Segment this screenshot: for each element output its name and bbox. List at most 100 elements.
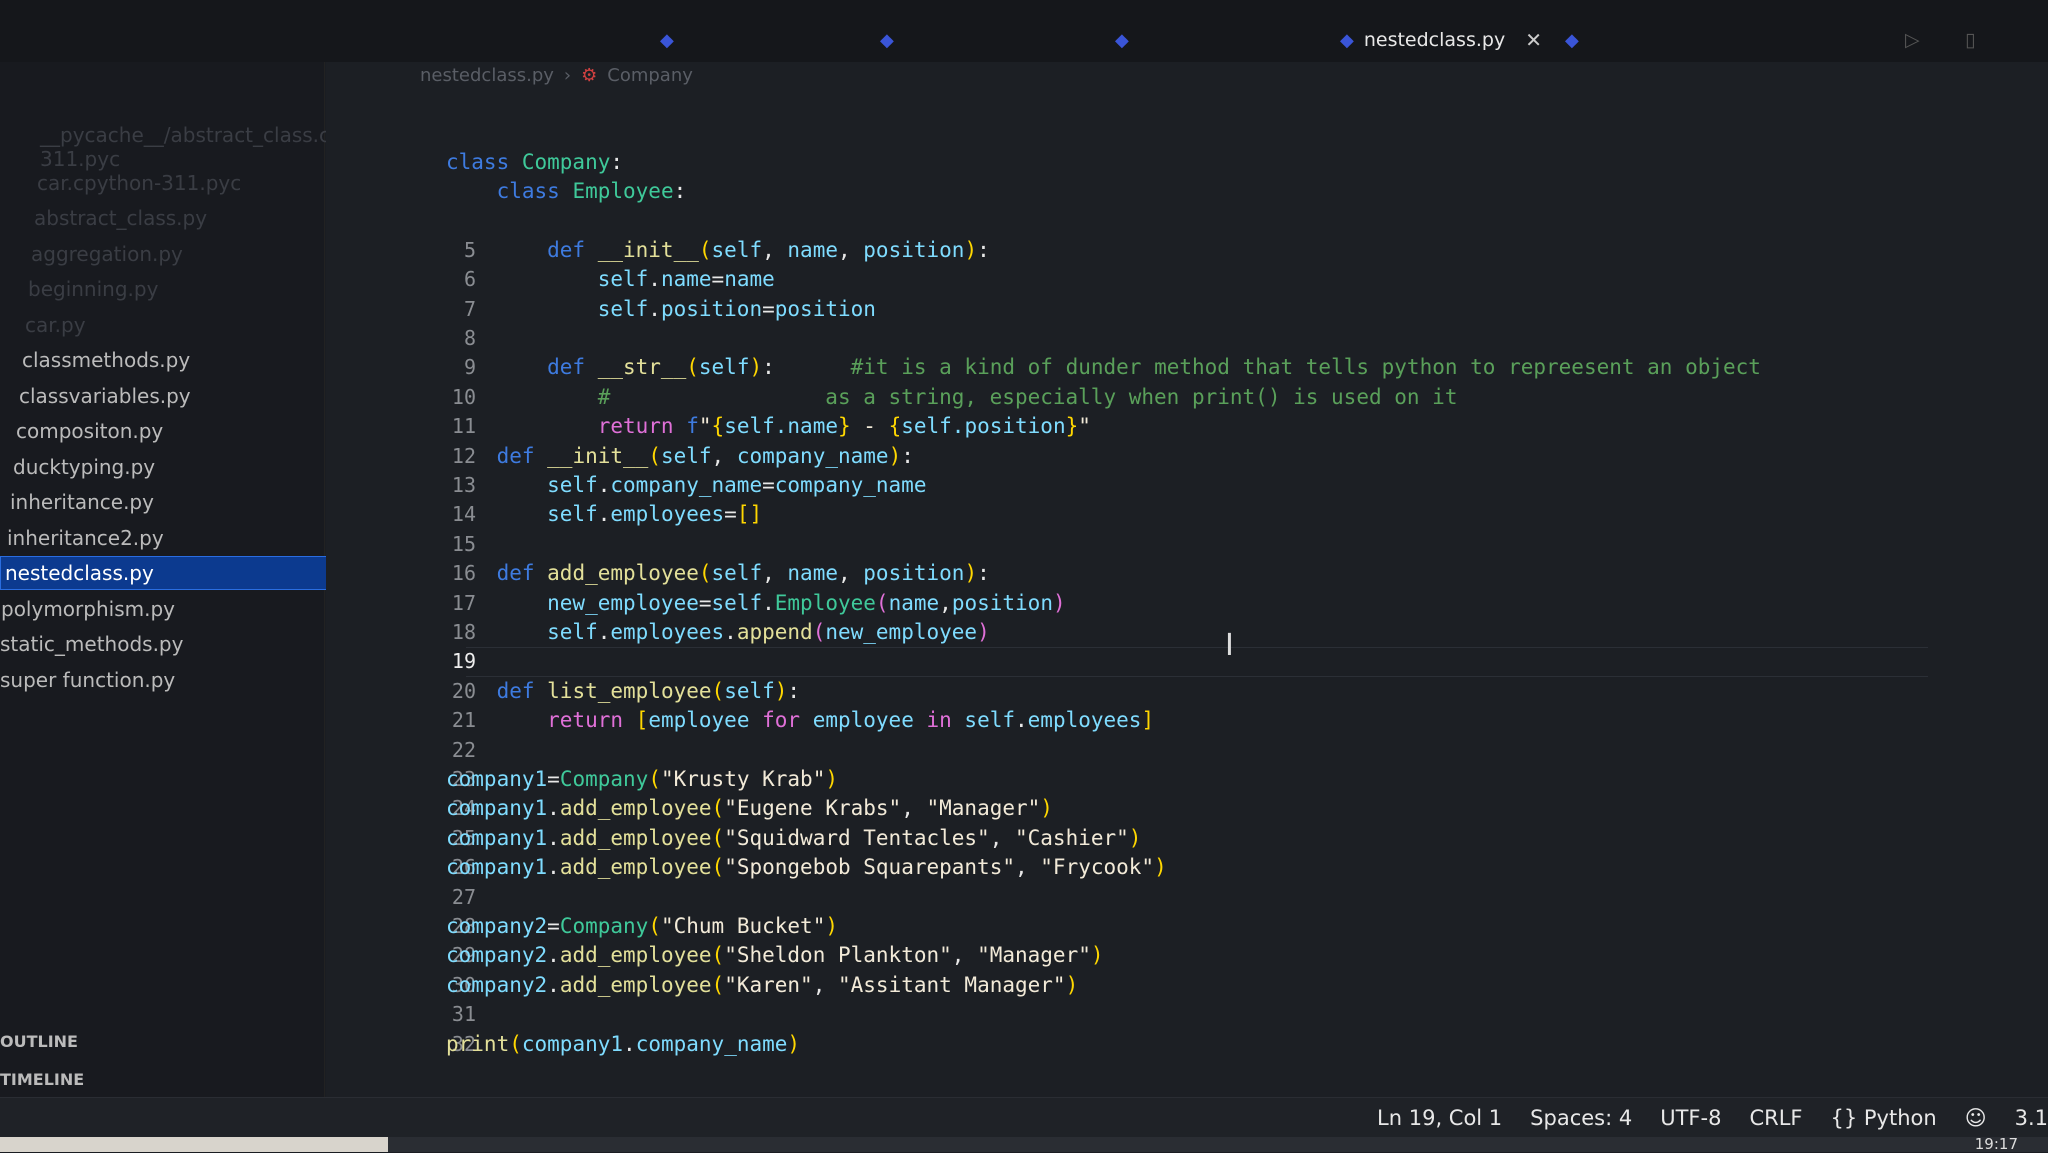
copilot-icon[interactable]: ☺ xyxy=(1965,1106,1987,1130)
tab-file[interactable]: ◆ xyxy=(1565,20,1579,60)
code-token: __init__ xyxy=(547,444,648,468)
line-number: 8 xyxy=(386,326,476,350)
code-token: company_name xyxy=(636,1032,788,1056)
code-line[interactable]: return f"{self.name} - {self.position}" xyxy=(446,414,1091,438)
section-outline[interactable]: OUTLINE xyxy=(0,1032,78,1051)
section-timeline[interactable]: TIMELINE xyxy=(0,1070,84,1089)
python-version[interactable]: 3.1 xyxy=(2015,1106,2048,1130)
code-line[interactable]: self.employees=[] xyxy=(446,502,762,526)
file-item[interactable]: __pycache__/abstract_class.cpython-311.p… xyxy=(0,130,348,164)
code-line[interactable]: def __init__(self, company_name): xyxy=(446,444,914,468)
code-token: self xyxy=(661,444,712,468)
code-line[interactable]: self.employees.append(new_employee) xyxy=(446,620,990,644)
code-token: employee xyxy=(813,708,927,732)
code-token: ( xyxy=(712,973,725,997)
code-token: list_employee xyxy=(547,679,711,703)
code-line[interactable]: self.position=position xyxy=(446,297,876,321)
file-item[interactable]: nestedclass.py xyxy=(0,556,348,590)
indentation[interactable]: Spaces: 4 xyxy=(1530,1106,1632,1130)
code-token: ) xyxy=(825,914,838,938)
file-item[interactable]: polymorphism.py xyxy=(0,592,348,626)
breadcrumb-symbol[interactable]: Company xyxy=(607,65,693,86)
code-token: : xyxy=(610,150,623,174)
code-line[interactable]: company2.add_employee("Sheldon Plankton"… xyxy=(446,943,1104,967)
file-item[interactable]: car.py xyxy=(0,308,348,342)
file-item[interactable]: abstract_class.py xyxy=(0,201,348,235)
encoding[interactable]: UTF-8 xyxy=(1660,1106,1721,1130)
file-item[interactable]: inheritance.py xyxy=(0,485,348,519)
code-token: ) xyxy=(1091,943,1104,967)
code-token: self xyxy=(446,473,598,497)
code-token: . xyxy=(598,473,611,497)
code-token: , xyxy=(952,943,977,967)
code-token: position xyxy=(661,297,762,321)
tab-file[interactable]: ◆ xyxy=(660,20,684,60)
taskbar-search[interactable] xyxy=(0,1137,388,1152)
code-line[interactable]: new_employee=self.Employee(name,position… xyxy=(446,591,1066,615)
line-number: 31 xyxy=(386,1002,476,1026)
code-line[interactable]: company2.add_employee("Karen", "Assitant… xyxy=(446,973,1078,997)
code-token: "Assitant Manager" xyxy=(838,973,1066,997)
code-line[interactable]: # as a string, especially when print() i… xyxy=(446,385,1457,409)
code-token: : xyxy=(674,179,687,203)
code-token: ( xyxy=(648,914,661,938)
breadcrumb-file[interactable]: nestedclass.py xyxy=(420,65,554,86)
code-line[interactable]: def add_employee(self, name, position): xyxy=(446,561,990,585)
code-token: " xyxy=(699,414,712,438)
code-token: } xyxy=(1066,414,1079,438)
code-line[interactable]: company1.add_employee("Spongebob Squarep… xyxy=(446,855,1167,879)
close-icon[interactable]: ✕ xyxy=(1525,28,1542,52)
code-token: company_name xyxy=(775,473,927,497)
code-line[interactable]: class Employee: xyxy=(446,179,686,203)
code-token: def xyxy=(446,444,547,468)
code-token: def xyxy=(446,355,598,379)
file-item[interactable]: beginning.py xyxy=(0,272,348,306)
code-line[interactable]: company2=Company("Chum Bucket") xyxy=(446,914,838,938)
python-file-icon: ◆ xyxy=(1340,30,1354,51)
line-ending[interactable]: CRLF xyxy=(1749,1106,1802,1130)
code-line[interactable]: self.company_name=company_name xyxy=(446,473,926,497)
code-token: "Frycook" xyxy=(1040,855,1154,879)
code-line[interactable]: self.name=name xyxy=(446,267,775,291)
file-item[interactable]: ducktyping.py xyxy=(0,450,348,484)
code-line[interactable]: return [employee for employee in self.em… xyxy=(446,708,1154,732)
code-token: . xyxy=(648,267,661,291)
code-token: "Sheldon Plankton" xyxy=(724,943,952,967)
code-token: for xyxy=(762,708,813,732)
file-item[interactable]: classvariables.py xyxy=(0,379,348,413)
file-item[interactable]: super function.py xyxy=(0,663,348,697)
code-line[interactable]: class Company: xyxy=(446,150,623,174)
code-line[interactable]: company1.add_employee("Squidward Tentacl… xyxy=(446,826,1141,850)
code-token: , xyxy=(762,561,787,585)
file-item[interactable]: classmethods.py xyxy=(0,343,348,377)
tab-file[interactable]: ◆ xyxy=(880,20,904,60)
language-mode[interactable]: {} Python xyxy=(1830,1106,1936,1130)
code-line[interactable]: company1=Company("Krusty Krab") xyxy=(446,767,838,791)
code-token: employees xyxy=(610,502,724,526)
code-token: as a string, especially when print() is … xyxy=(610,385,1457,409)
code-token: ( xyxy=(813,620,826,644)
code-line[interactable]: print(company1.company_name) xyxy=(446,1032,800,1056)
split-editor-icon[interactable]: ▯ xyxy=(1965,20,1975,60)
code-token: ) xyxy=(964,238,977,262)
code-line[interactable]: def __init__(self, name, position): xyxy=(446,238,990,262)
code-token: = xyxy=(547,767,560,791)
file-item[interactable]: inheritance2.py xyxy=(0,521,348,555)
code-token: ( xyxy=(712,855,725,879)
code-token: class xyxy=(446,179,572,203)
code-line[interactable]: def __str__(self): #it is a kind of dund… xyxy=(446,355,1761,379)
tab-nestedclass[interactable]: ◆nestedclass.py✕ xyxy=(1340,20,1542,60)
file-item[interactable]: aggregation.py xyxy=(0,237,348,271)
file-item[interactable]: compositon.py xyxy=(0,414,348,448)
file-item[interactable]: static_methods.py xyxy=(0,627,348,661)
cursor-position[interactable]: Ln 19, Col 1 xyxy=(1377,1106,1502,1130)
run-icon[interactable]: ▷ xyxy=(1905,20,1920,60)
file-item[interactable]: car.cpython-311.pyc xyxy=(0,166,348,200)
tab-file[interactable]: ◆ xyxy=(1115,20,1139,60)
code-token: company2 xyxy=(446,973,547,997)
python-file-icon: ◆ xyxy=(660,30,674,51)
code-line[interactable]: def list_employee(self): xyxy=(446,679,800,703)
code-token: def xyxy=(446,679,547,703)
code-editor[interactable]: 3class Company:4 class Employee:5 def __… xyxy=(326,62,2048,1097)
code-line[interactable]: company1.add_employee("Eugene Krabs", "M… xyxy=(446,796,1053,820)
